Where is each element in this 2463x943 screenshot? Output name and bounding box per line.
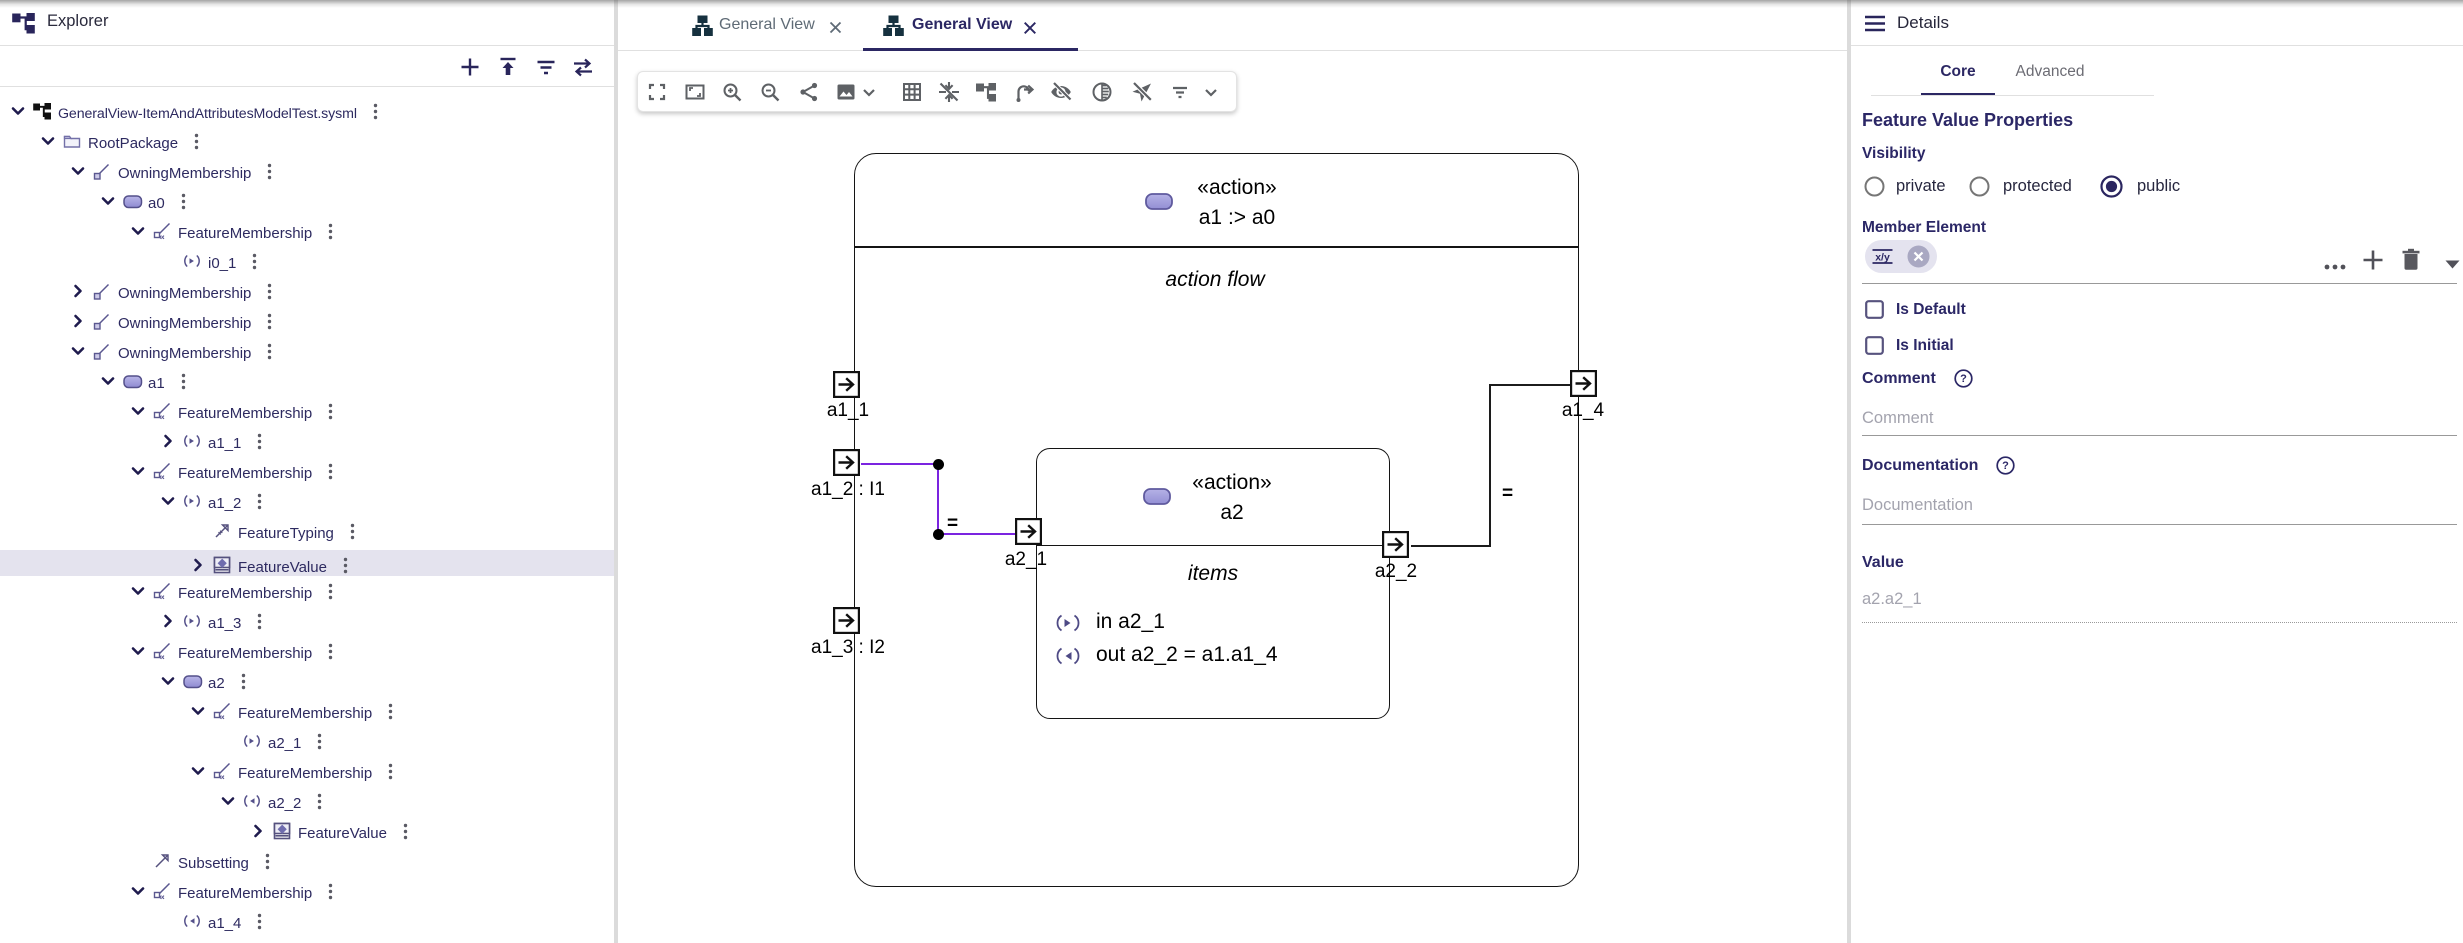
svg-text:?: ? (1960, 373, 1967, 385)
svg-text:?: ? (2002, 460, 2009, 472)
svg-text:x/y: x/y (1875, 251, 1890, 263)
